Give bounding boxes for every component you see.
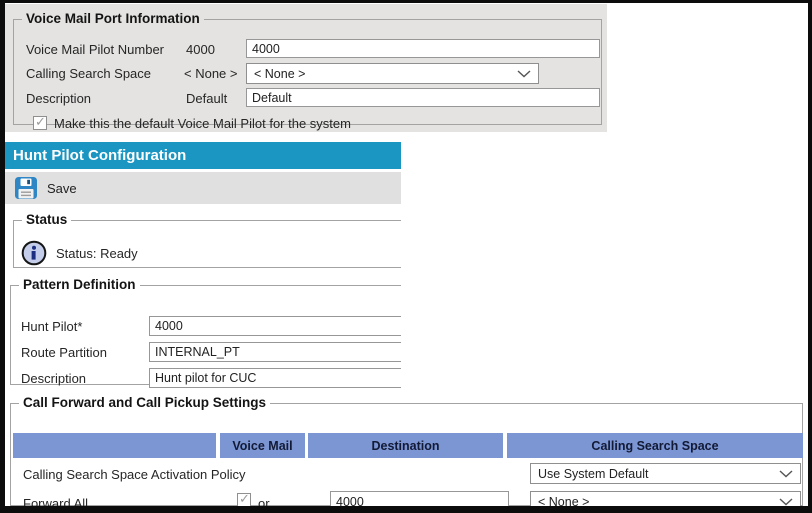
pattern-description-label: Description (21, 371, 86, 386)
forward-all-or-label: or (258, 496, 270, 511)
voice-mail-port-fieldset: Voice Mail Port Information Voice Mail P… (13, 12, 602, 125)
description-label: Description (26, 91, 91, 106)
table-header-calling-search-space: Calling Search Space (507, 433, 803, 458)
route-partition-label: Route Partition (21, 345, 107, 360)
chevron-down-icon (779, 470, 793, 478)
status-fieldset: Status Status: Ready (13, 213, 401, 268)
css-activation-policy-select-value: Use System Default (538, 467, 648, 481)
calling-search-space-label: Calling Search Space (26, 66, 151, 81)
pattern-description-input[interactable] (149, 368, 401, 388)
default-voice-mail-pilot-checkbox-label: Make this the default Voice Mail Pilot f… (54, 116, 351, 131)
voice-mail-pilot-number-label: Voice Mail Pilot Number (26, 42, 164, 57)
status-text: Status: Ready (56, 246, 138, 261)
toolbar: Save (5, 172, 401, 204)
description-input[interactable] (246, 88, 600, 107)
default-voice-mail-pilot-checkbox[interactable] (33, 116, 47, 130)
table-header-voice-mail: Voice Mail (220, 433, 305, 458)
status-row: Status: Ready (21, 240, 138, 266)
forward-all-destination-input[interactable] (330, 491, 509, 512)
page-title: Hunt Pilot Configuration (13, 147, 186, 164)
pattern-definition-fieldset: Pattern Definition Hunt Pilot* Route Par… (10, 278, 401, 385)
calling-search-space-select-value: < None > (254, 67, 305, 81)
table-header-blank (13, 433, 216, 458)
table-header-destination: Destination (308, 433, 503, 458)
chevron-down-icon (517, 70, 531, 78)
voice-mail-pilot-number-input[interactable] (246, 39, 600, 58)
save-button-label: Save (47, 181, 77, 196)
save-button[interactable]: Save (14, 176, 77, 200)
calling-search-space-select[interactable]: < None > (246, 63, 539, 84)
forward-all-label: Forward All (23, 496, 88, 511)
css-activation-policy-label: Calling Search Space Activation Policy (23, 467, 246, 482)
forward-all-css-select-value: < None > (538, 495, 589, 509)
voice-mail-port-legend: Voice Mail Port Information (22, 12, 204, 26)
call-forward-legend: Call Forward and Call Pickup Settings (19, 396, 270, 410)
call-forward-fieldset: Call Forward and Call Pickup Settings Vo… (10, 396, 803, 506)
hunt-pilot-label: Hunt Pilot* (21, 319, 82, 334)
description-current-value: Default (186, 91, 227, 106)
screenshot-frame: Voice Mail Port Information Voice Mail P… (0, 0, 812, 513)
hunt-pilot-input[interactable] (149, 316, 401, 336)
hunt-pilot-configuration-section: Hunt Pilot Configuration Save Status (5, 142, 401, 392)
info-icon (21, 240, 47, 266)
page-title-bar: Hunt Pilot Configuration (5, 142, 401, 169)
forward-all-voice-mail-checkbox[interactable] (237, 493, 251, 507)
status-legend: Status (22, 213, 71, 227)
voice-mail-port-panel: Voice Mail Port Information Voice Mail P… (5, 4, 607, 132)
chevron-down-icon (779, 498, 793, 506)
css-activation-policy-select[interactable]: Use System Default (530, 463, 801, 484)
forward-all-css-select[interactable]: < None > (530, 491, 801, 512)
pattern-definition-legend: Pattern Definition (19, 278, 140, 292)
save-floppy-icon (14, 176, 38, 200)
calling-search-space-current-value: < None > (184, 66, 238, 81)
route-partition-input[interactable] (149, 342, 401, 362)
voice-mail-pilot-number-current-value: 4000 (186, 42, 215, 57)
